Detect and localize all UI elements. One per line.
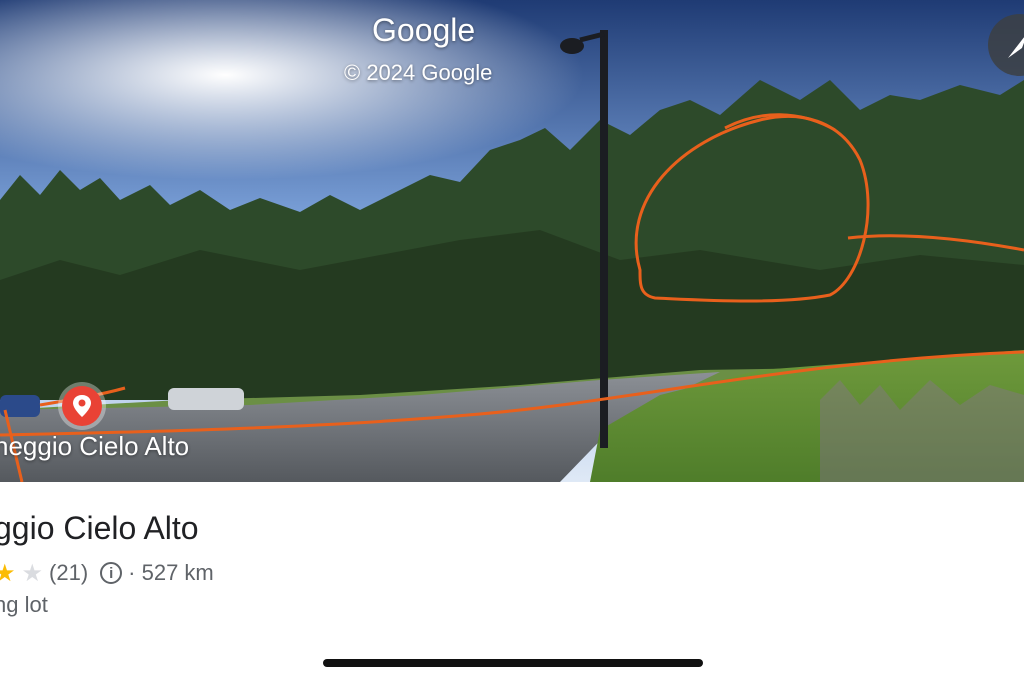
info-icon[interactable]: i bbox=[100, 562, 123, 584]
star-icon: ★ bbox=[21, 559, 44, 587]
home-indicator[interactable] bbox=[323, 659, 703, 667]
google-brand: Google bbox=[372, 12, 476, 48]
compass-button[interactable] bbox=[988, 14, 1024, 76]
rating-count[interactable]: (21) bbox=[49, 560, 88, 586]
location-pin[interactable] bbox=[62, 386, 102, 426]
street-view-image[interactable]: Google © 2024 Google heggio Cielo Alto bbox=[0, 0, 1024, 482]
rating-row: ★ ★ (21) i · 527 km bbox=[0, 556, 214, 590]
distance-text: · 527 km bbox=[128, 560, 214, 585]
location-pin-icon bbox=[73, 395, 91, 417]
copyright-text: © 2024 Google bbox=[344, 60, 493, 85]
street-view-scene bbox=[0, 0, 1024, 482]
compass-icon bbox=[1008, 37, 1024, 58]
place-category: ng lot bbox=[0, 592, 48, 617]
place-title: ggio Cielo Alto bbox=[0, 510, 199, 546]
pin-label: heggio Cielo Alto bbox=[0, 431, 190, 461]
star-icon: ★ bbox=[0, 559, 16, 587]
